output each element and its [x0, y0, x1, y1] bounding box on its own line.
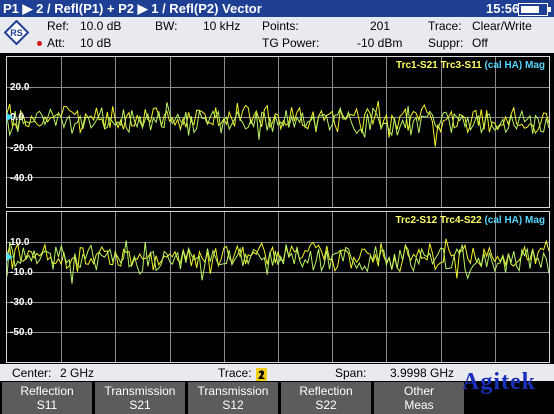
reflection-s22-button[interactable]: Reflection S22	[281, 382, 371, 414]
trace-2-button[interactable]: 2	[256, 368, 267, 382]
trace-plot-lower	[7, 212, 549, 362]
tg-power-value: -10 dBm	[357, 36, 403, 50]
transmission-s12-button[interactable]: Transmission S12	[188, 382, 278, 414]
att-value: 10 dB	[80, 36, 112, 50]
trace-mode-label: Trace:	[428, 19, 462, 33]
bw-label: BW:	[155, 19, 178, 33]
reference-marker-icon	[7, 113, 13, 121]
y-tick-label: -30.0	[10, 297, 33, 308]
reference-marker-icon	[7, 253, 13, 261]
y-tick-label: -10.0	[10, 267, 33, 278]
suppr-value: Off	[472, 36, 488, 50]
trace-label-lower: Trc2-S12 Trc4-S22 (cal HA) Mag	[395, 215, 545, 226]
ref-label: Ref:	[47, 19, 70, 33]
brand-watermark: Agitek	[462, 369, 536, 395]
trace-panel-upper[interactable]: 20.0 0.0 -20.0 -40.0 Trc1-S21 Trc3-S11 (…	[6, 56, 550, 208]
y-tick-label: -40.0	[10, 173, 33, 184]
trace-mode-value: Clear/Write	[472, 19, 532, 33]
parameter-panel: RS Ref: 10.0 dB Att: 10 dB BW: 10 kHz Po…	[0, 17, 554, 53]
y-tick-label: -50.0	[10, 327, 33, 338]
bw-value: 10 kHz	[203, 19, 241, 33]
trace-panel-lower[interactable]: 10.0 -10.0 -30.0 -50.0 Trc2-S12 Trc4-S22…	[6, 211, 550, 363]
title-bar: P1 ▶ 2 / Refl(P1) + P2 ▶ 1 / Refl(P2) Ve…	[0, 0, 554, 17]
measurement-title: P1 ▶ 2 / Refl(P1) + P2 ▶ 1 / Refl(P2) Ve…	[3, 1, 262, 16]
y-tick-label: 20.0	[10, 82, 30, 93]
att-indicator-icon	[37, 41, 42, 46]
span-value: 3.9998 GHz	[390, 366, 455, 380]
svg-text:RS: RS	[10, 28, 23, 38]
trace-select-label: Trace:	[218, 366, 252, 380]
tg-power-label: TG Power:	[262, 36, 320, 50]
other-meas-button[interactable]: Other Meas	[374, 382, 464, 414]
trace-plot-upper	[7, 57, 549, 207]
suppr-label: Suppr:	[428, 36, 464, 50]
points-value: 201	[370, 19, 391, 33]
points-label: Points:	[262, 19, 299, 33]
trace-label-upper: Trc1-S21 Trc3-S11 (cal HA) Mag	[396, 60, 545, 71]
att-label: Att:	[47, 36, 66, 50]
rohde-schwarz-logo-icon: RS	[4, 20, 29, 45]
y-tick-label: -20.0	[10, 143, 33, 154]
y-tick-label: 10.0	[10, 237, 30, 248]
reflection-s11-button[interactable]: Reflection S11	[2, 382, 92, 414]
transmission-s21-button[interactable]: Transmission S21	[95, 382, 185, 414]
center-value: 2 GHz	[60, 366, 95, 380]
center-label: Center:	[12, 366, 52, 380]
ref-value: 10.0 dB	[80, 19, 122, 33]
battery-icon	[518, 3, 551, 16]
clock: 15:56	[486, 1, 520, 16]
span-label: Span:	[335, 366, 367, 380]
